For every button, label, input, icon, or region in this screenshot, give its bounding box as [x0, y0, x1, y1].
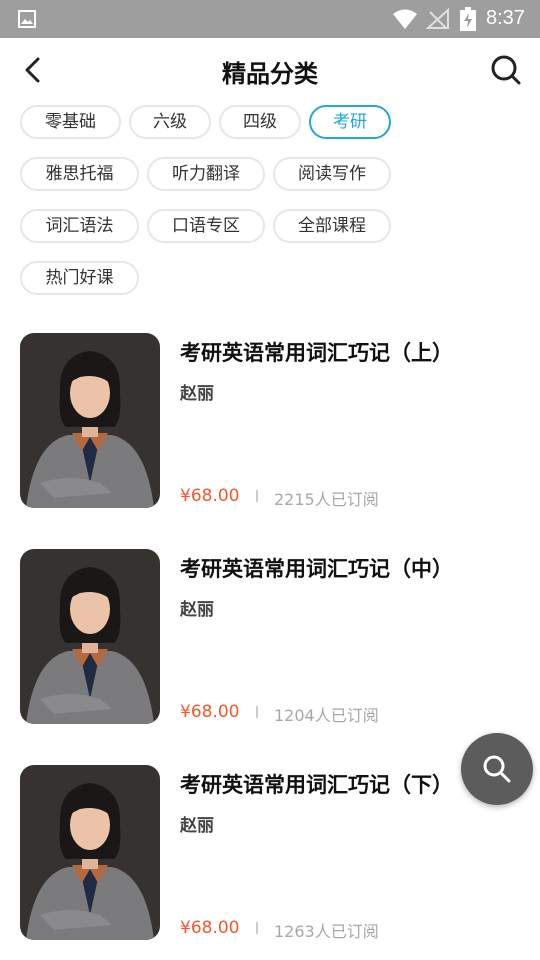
course-price: ¥68.00	[180, 486, 240, 506]
search-icon	[483, 755, 511, 783]
course-price: ¥68.00	[180, 918, 240, 938]
course-thumbnail	[20, 333, 160, 508]
category-chip-all-courses[interactable]: 全部课程	[273, 209, 391, 243]
course-thumbnail	[20, 549, 160, 724]
category-chip-listening-translation[interactable]: 听力翻译	[147, 157, 265, 191]
search-icon	[491, 55, 521, 85]
header: 精品分类	[0, 38, 540, 102]
page-title: 精品分类	[222, 60, 318, 88]
category-chip-vocab-grammar[interactable]: 词汇语法	[20, 209, 139, 243]
category-chip-ielts-toefl[interactable]: 雅思托福	[20, 157, 139, 191]
divider	[256, 922, 258, 934]
course-price: ¥68.00	[180, 702, 240, 722]
course-teacher: 赵丽	[180, 816, 214, 836]
course-teacher: 赵丽	[180, 600, 214, 620]
teacher-portrait-image	[20, 333, 160, 508]
course-title: 考研英语常用词汇巧记（下）	[180, 773, 453, 797]
course-title: 考研英语常用词汇巧记（中）	[180, 557, 453, 581]
course-title: 考研英语常用词汇巧记（上）	[180, 341, 453, 365]
teacher-portrait-image	[20, 549, 160, 724]
category-chip-cet6[interactable]: 六级	[129, 105, 211, 139]
course-subscribers: 1263人已订阅	[274, 922, 379, 941]
image-notification-icon	[18, 10, 36, 28]
course-subscribers: 1204人已订阅	[274, 706, 379, 725]
battery-charging-icon	[460, 7, 476, 31]
status-time: 8:37	[486, 7, 525, 29]
category-chip-speaking[interactable]: 口语专区	[147, 209, 265, 243]
category-chip-zero-basics[interactable]: 零基础	[20, 105, 121, 139]
category-chip-postgrad[interactable]: 考研	[309, 105, 391, 139]
course-subscribers: 2215人已订阅	[274, 490, 379, 509]
divider	[256, 490, 258, 502]
category-chip-hot-courses[interactable]: 热门好课	[20, 261, 139, 295]
teacher-portrait-image	[20, 765, 160, 940]
course-item[interactable]: 考研英语常用词汇巧记（上） 赵丽 ¥68.00 2215人已订阅	[0, 333, 540, 513]
wifi-icon	[393, 9, 417, 29]
course-thumbnail	[20, 765, 160, 940]
category-chip-cet4[interactable]: 四级	[219, 105, 301, 139]
divider	[256, 706, 258, 718]
course-teacher: 赵丽	[180, 384, 214, 404]
search-button[interactable]	[486, 50, 526, 90]
status-bar: 8:37	[0, 0, 540, 38]
no-signal-icon	[426, 8, 449, 29]
floating-search-button[interactable]	[461, 733, 533, 805]
course-item[interactable]: 考研英语常用词汇巧记（中） 赵丽 ¥68.00 1204人已订阅	[0, 549, 540, 729]
course-item[interactable]: 考研英语常用词汇巧记（下） 赵丽 ¥68.00 1263人已订阅	[0, 765, 540, 945]
category-chip-reading-writing[interactable]: 阅读写作	[273, 157, 391, 191]
